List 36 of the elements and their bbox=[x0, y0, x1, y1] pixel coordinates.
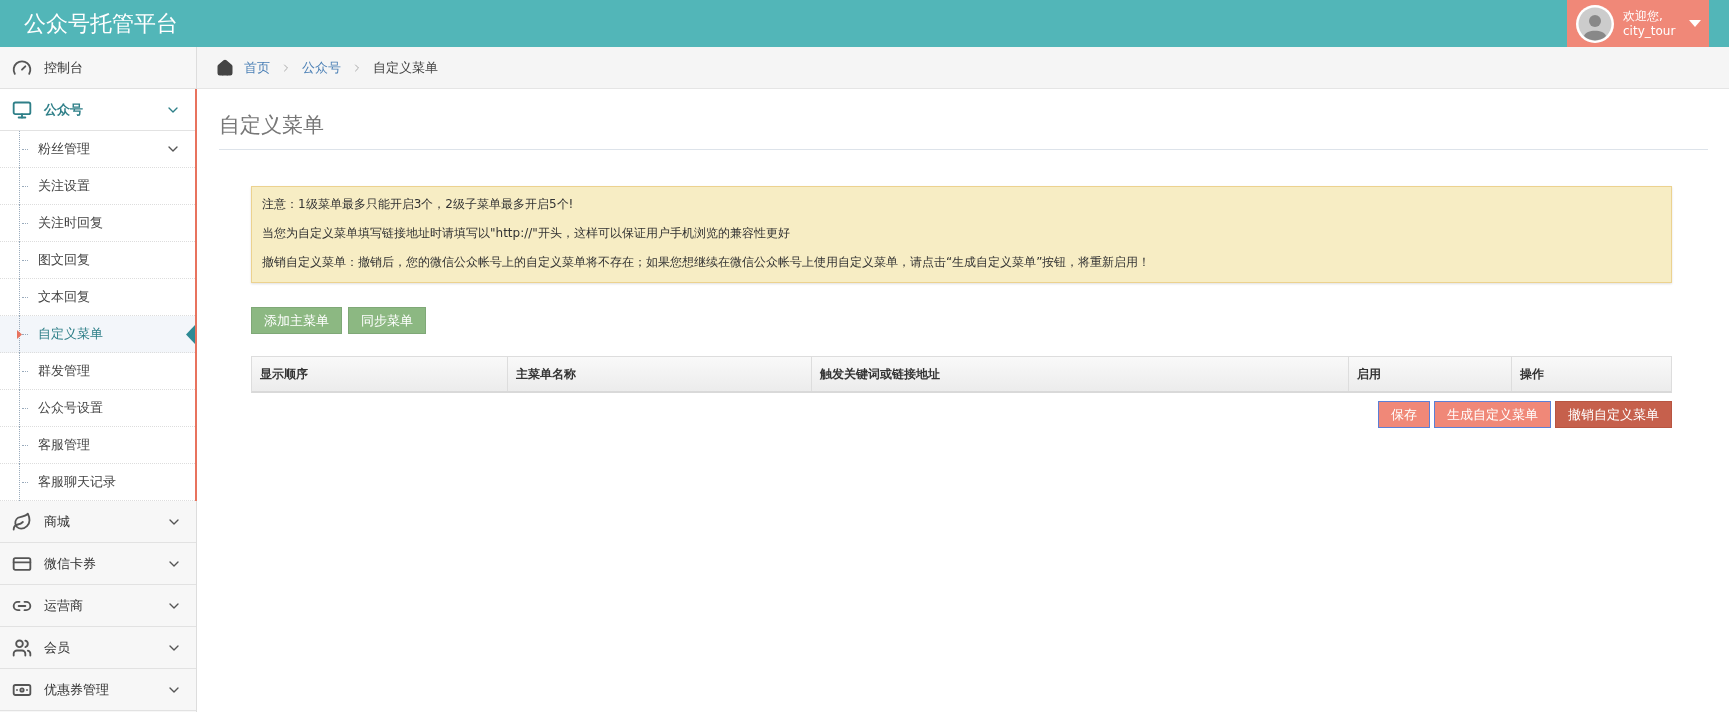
submenu-item[interactable]: 关注时回复 bbox=[0, 205, 195, 242]
submenu-item[interactable]: 粉丝管理 bbox=[0, 131, 195, 168]
avatar-icon bbox=[1575, 3, 1615, 44]
page-title: 自定义菜单 bbox=[219, 111, 1708, 150]
users-icon bbox=[12, 637, 32, 658]
submenu-item[interactable]: 文本回复 bbox=[0, 279, 195, 316]
submenu-item[interactable]: 客服管理 bbox=[0, 427, 195, 464]
column-header: 触发关键词或链接地址 bbox=[811, 357, 1348, 391]
leaf-icon bbox=[12, 511, 32, 532]
sidebar-item[interactable]: 公众号 bbox=[0, 89, 195, 131]
revoke-button[interactable]: 撤销自定义菜单 bbox=[1555, 401, 1672, 428]
submenu-item[interactable]: 图文回复 bbox=[0, 242, 195, 279]
submenu-item[interactable]: 关注设置 bbox=[0, 168, 195, 205]
active-pointer-icon bbox=[186, 325, 195, 344]
submenu-item[interactable]: 公众号设置 bbox=[0, 390, 195, 427]
submenu-item[interactable]: 自定义菜单 bbox=[0, 316, 195, 353]
home-icon bbox=[216, 58, 234, 77]
column-header: 显示顺序 bbox=[259, 365, 309, 383]
notice-text: 注意：1级菜单最多只能开启3个，2级子菜单最多开启5个! bbox=[262, 197, 575, 212]
notice-text: 当您为自定义菜单填写链接地址时请填写以"http://"开头，这样可以保证用户手机浏览的兼容性更好 bbox=[262, 226, 791, 241]
column-header: 操作 bbox=[1511, 357, 1671, 391]
current-page-label: 自定义菜单 bbox=[373, 58, 438, 77]
breadcrumb-link[interactable]: 公众号 bbox=[302, 58, 341, 77]
breadcrumb-link[interactable]: 首页 bbox=[244, 58, 270, 77]
gauge-icon bbox=[12, 57, 32, 78]
selected-marker-icon bbox=[17, 330, 22, 339]
column-header: 启用 bbox=[1348, 357, 1511, 391]
user-name: city_tour bbox=[1623, 23, 1676, 39]
submenu-item[interactable]: 群发管理 bbox=[0, 353, 195, 390]
app-title: 公众号托管平台 bbox=[24, 9, 178, 38]
monitor-icon bbox=[12, 99, 32, 120]
caret-icon bbox=[1689, 19, 1702, 28]
greeting-text: 欢迎您, bbox=[1623, 8, 1664, 24]
notice-text: 撤销自定义菜单：撤销后，您的微信公众帐号上的自定义菜单将不存在；如果您想继续在微信公众帐号上使用自定义菜单，请点击“生成自定义菜单”按钮，将重新启用！ bbox=[262, 255, 1152, 270]
submenu-item[interactable]: 客服聊天记录 bbox=[0, 464, 195, 501]
column-header: 主菜单名称 bbox=[507, 357, 811, 391]
